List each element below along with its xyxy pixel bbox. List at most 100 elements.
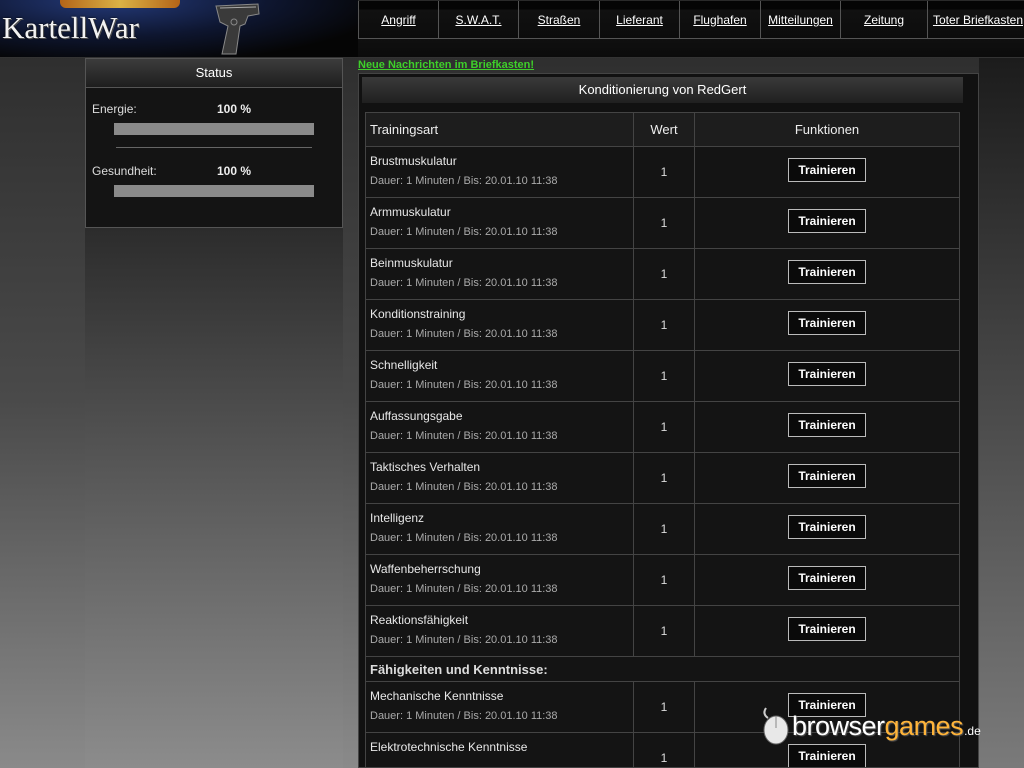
training-name: Konditionstraining bbox=[370, 307, 466, 321]
training-name: Schnelligkeit bbox=[370, 358, 438, 372]
table-row: Taktisches Verhalten Dauer: 1 Minuten / B… bbox=[365, 452, 960, 504]
training-name-cell: Elektrotechnische Kenntnisse bbox=[365, 732, 634, 767]
status-panel: Status Energie: 100 % Gesundheit: 100 % bbox=[85, 58, 343, 228]
training-name-cell: Taktisches Verhalten Dauer: 1 Minuten / B… bbox=[365, 452, 634, 504]
training-duration: Dauer: 1 Minuten / Bis: 20.01.10 11:38 bbox=[370, 226, 558, 238]
training-value: 1 bbox=[633, 401, 695, 453]
trainieren-button[interactable]: Trainieren bbox=[788, 260, 866, 284]
training-value: 1 bbox=[633, 248, 695, 300]
training-duration: Dauer: 1 Minuten / Bis: 20.01.10 11:38 bbox=[370, 277, 558, 289]
training-duration: Dauer: 1 Minuten / Bis: 20.01.10 11:38 bbox=[370, 481, 558, 493]
panel-title: Konditionierung von RedGert bbox=[362, 77, 963, 103]
trainieren-button[interactable]: Trainieren bbox=[788, 209, 866, 233]
trainieren-button[interactable]: Trainieren bbox=[788, 311, 866, 335]
training-name: Beinmuskulatur bbox=[370, 256, 453, 270]
training-value: 1 bbox=[633, 452, 695, 504]
training-value: 1 bbox=[633, 681, 695, 733]
training-actions: Trainieren bbox=[694, 605, 960, 657]
training-name: Elektrotechnische Kenntnisse bbox=[370, 740, 528, 754]
nav-item-angriff[interactable]: Angriff bbox=[358, 1, 438, 39]
table-row: Waffenbeherrschung Dauer: 1 Minuten / Bis… bbox=[365, 554, 960, 606]
nav-item-mitteilungen[interactable]: Mitteilungen bbox=[760, 1, 840, 39]
training-name: Taktisches Verhalten bbox=[370, 460, 481, 474]
nav-item-flughafen[interactable]: Flughafen bbox=[679, 1, 760, 39]
training-value: 1 bbox=[633, 299, 695, 351]
trainieren-button[interactable]: Trainieren bbox=[788, 464, 866, 488]
status-title: Status bbox=[86, 59, 342, 88]
table-row: Armmuskulatur Dauer: 1 Minuten / Bis: 20.… bbox=[365, 197, 960, 249]
browsergames-watermark: browser games .de bbox=[760, 704, 981, 748]
training-duration: Dauer: 1 Minuten / Bis: 20.01.10 11:38 bbox=[370, 634, 558, 646]
training-name-cell: Mechanische Kenntnisse Dauer: 1 Minuten /… bbox=[365, 681, 634, 733]
trainieren-button[interactable]: Trainieren bbox=[788, 413, 866, 437]
training-name: Mechanische Kenntnisse bbox=[370, 689, 504, 703]
trainieren-button[interactable]: Trainieren bbox=[788, 566, 866, 590]
col-trainingsart: Trainingsart bbox=[365, 112, 634, 147]
training-name-cell: Armmuskulatur Dauer: 1 Minuten / Bis: 20.… bbox=[365, 197, 634, 249]
nav-item-straßen[interactable]: Straßen bbox=[518, 1, 599, 39]
site-logo[interactable]: KartellWar bbox=[2, 10, 139, 46]
status-divider bbox=[116, 147, 312, 148]
section-row: Fähigkeiten und Kenntnisse: bbox=[365, 656, 960, 682]
training-duration: Dauer: 1 Minuten / Bis: 20.01.10 11:38 bbox=[370, 710, 558, 722]
nav-item-zeitung[interactable]: Zeitung bbox=[840, 1, 927, 39]
training-name-cell: Reaktionsfähigkeit Dauer: 1 Minuten / Bis… bbox=[365, 605, 634, 657]
training-duration: Dauer: 1 Minuten / Bis: 20.01.10 11:38 bbox=[370, 379, 558, 391]
gesundheit-label: Gesundheit: bbox=[92, 164, 157, 178]
training-name-cell: Beinmuskulatur Dauer: 1 Minuten / Bis: 20… bbox=[365, 248, 634, 300]
training-actions: Trainieren bbox=[694, 554, 960, 606]
training-duration: Dauer: 1 Minuten / Bis: 20.01.10 11:38 bbox=[370, 583, 558, 595]
logo-glow bbox=[60, 0, 180, 8]
training-duration: Dauer: 1 Minuten / Bis: 20.01.10 11:38 bbox=[370, 328, 558, 340]
energie-value: 100 % bbox=[217, 102, 252, 116]
gesundheit-value: 100 % bbox=[217, 164, 252, 178]
new-messages-link[interactable]: Neue Nachrichten im Briefkasten! bbox=[358, 59, 534, 71]
mouse-icon bbox=[763, 707, 789, 745]
energie-bar bbox=[114, 123, 314, 135]
trainieren-button[interactable]: Trainieren bbox=[788, 515, 866, 539]
pistol-icon bbox=[215, 3, 260, 55]
logo-area[interactable]: KartellWar bbox=[0, 0, 358, 57]
training-value: 1 bbox=[633, 197, 695, 249]
table-row: Reaktionsfähigkeit Dauer: 1 Minuten / Bis… bbox=[365, 605, 960, 657]
nav-item-s-w-a-t-[interactable]: S.W.A.T. bbox=[438, 1, 518, 39]
trainieren-button[interactable]: Trainieren bbox=[788, 617, 866, 641]
training-table: Trainingsart Wert Funktionen Brustmuskul… bbox=[365, 112, 960, 767]
gesundheit-bar bbox=[114, 185, 314, 197]
training-actions: Trainieren bbox=[694, 452, 960, 504]
energie-label: Energie: bbox=[92, 102, 137, 116]
table-row: Konditionstraining Dauer: 1 Minuten / Bis… bbox=[365, 299, 960, 351]
watermark-tld: .de bbox=[964, 724, 981, 738]
watermark-part1: browser bbox=[792, 710, 885, 741]
trainieren-button[interactable]: Trainieren bbox=[788, 362, 866, 386]
training-duration: Dauer: 1 Minuten / Bis: 20.01.10 11:38 bbox=[370, 532, 558, 544]
training-name-cell: Intelligenz Dauer: 1 Minuten / Bis: 20.01… bbox=[365, 503, 634, 555]
header: KartellWar Angriff S.W.A.T. Straßen Liefera… bbox=[0, 0, 1024, 58]
training-value: 1 bbox=[633, 554, 695, 606]
training-name: Armmuskulatur bbox=[370, 205, 451, 219]
section-title: Fähigkeiten und Kenntnisse: bbox=[365, 656, 960, 682]
table-row: Brustmuskulatur Dauer: 1 Minuten / Bis: 2… bbox=[365, 146, 960, 198]
training-name: Waffenbeherrschung bbox=[370, 562, 481, 576]
training-value: 1 bbox=[633, 350, 695, 402]
training-duration: Dauer: 1 Minuten / Bis: 20.01.10 11:38 bbox=[370, 430, 558, 442]
training-actions: Trainieren bbox=[694, 401, 960, 453]
energie-bar-fill bbox=[114, 123, 314, 135]
training-name: Auffassungsgabe bbox=[370, 409, 463, 423]
training-name: Brustmuskulatur bbox=[370, 154, 457, 168]
gesundheit-bar-fill bbox=[114, 185, 314, 197]
table-row: Intelligenz Dauer: 1 Minuten / Bis: 20.01… bbox=[365, 503, 960, 555]
training-value: 1 bbox=[633, 503, 695, 555]
training-name: Intelligenz bbox=[370, 511, 425, 525]
training-name-cell: Waffenbeherrschung Dauer: 1 Minuten / Bis… bbox=[365, 554, 634, 606]
trainieren-button[interactable]: Trainieren bbox=[788, 158, 866, 182]
col-funktionen: Funktionen bbox=[694, 112, 960, 147]
training-actions: Trainieren bbox=[694, 503, 960, 555]
left-column-background bbox=[85, 228, 343, 768]
nav-item-toter-briefkasten[interactable]: Toter Briefkasten bbox=[927, 1, 1024, 39]
right-column-background bbox=[979, 58, 1024, 768]
training-name-cell: Auffassungsgabe Dauer: 1 Minuten / Bis: 2… bbox=[365, 401, 634, 453]
training-actions: Trainieren bbox=[694, 146, 960, 198]
nav-item-lieferant[interactable]: Lieferant bbox=[599, 1, 679, 39]
col-wert: Wert bbox=[633, 112, 695, 147]
